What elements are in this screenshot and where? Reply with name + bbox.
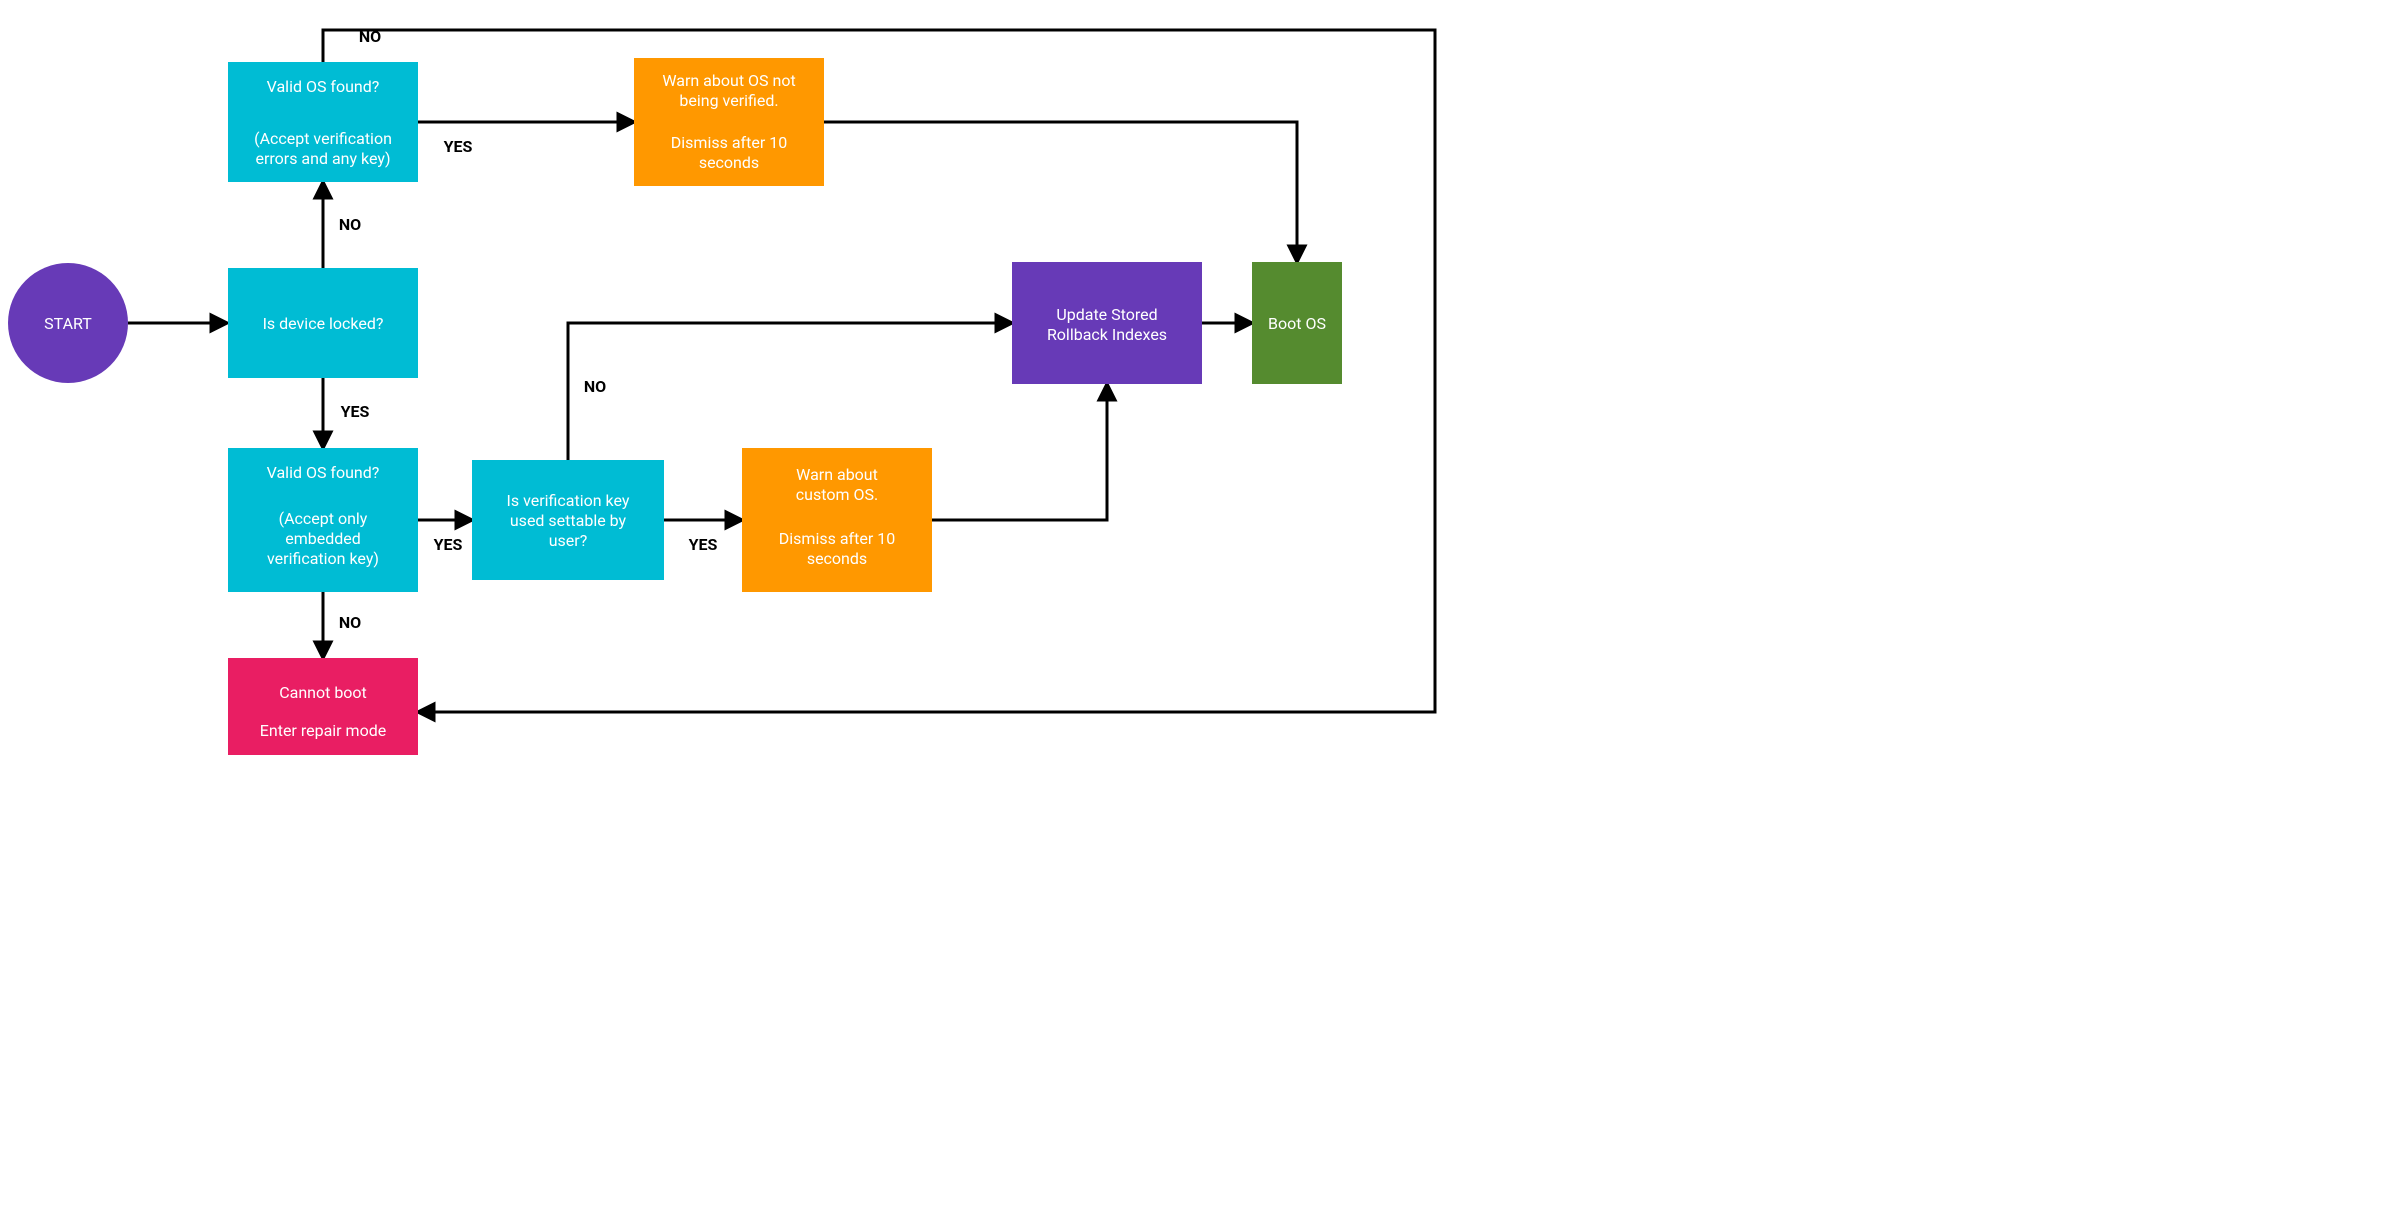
svg-text:Valid OS found?: Valid OS found? (267, 77, 380, 96)
svg-text:Rollback Indexes: Rollback Indexes (1047, 325, 1167, 344)
node-warn-unverified: Warn about OS not being verified. Dismis… (634, 58, 824, 186)
svg-text:Is device locked?: Is device locked? (263, 314, 384, 333)
edge-label-key-no: NO (584, 377, 606, 396)
edge-key-no (568, 323, 1012, 460)
svg-text:(Accept verification: (Accept verification (254, 129, 392, 148)
edge-warn-custom-to-rollback (932, 384, 1107, 520)
node-valid-os-unlocked: Valid OS found? (Accept verification err… (228, 62, 418, 182)
node-valid-os-locked: Valid OS found? (Accept only embedded ve… (228, 448, 418, 592)
edge-warn-unverified-to-boot (824, 122, 1297, 262)
svg-text:Warn about: Warn about (796, 465, 878, 484)
edge-label-locked-no: NO (339, 215, 361, 234)
svg-text:seconds: seconds (807, 549, 867, 568)
svg-text:Dismiss after 10: Dismiss after 10 (779, 529, 895, 548)
svg-text:Update Stored: Update Stored (1056, 305, 1157, 324)
svg-text:verification key): verification key) (267, 549, 379, 568)
svg-text:Is verification key: Is verification key (507, 491, 630, 510)
edge-label-locked-yes: YES (341, 402, 370, 421)
svg-text:used settable by: used settable by (510, 511, 627, 530)
svg-text:user?: user? (549, 531, 588, 550)
svg-text:Boot OS: Boot OS (1268, 314, 1326, 333)
edge-label-unlocked-no: NO (359, 27, 381, 46)
edge-label-locked-os-no: NO (339, 613, 361, 632)
svg-text:being verified.: being verified. (679, 91, 778, 110)
svg-text:(Accept only: (Accept only (279, 509, 368, 528)
svg-text:START: START (44, 314, 92, 333)
flowchart: NO YES NO YES YES NO NO YES START Valid … (0, 0, 1476, 755)
node-start: START (8, 263, 128, 383)
svg-text:custom OS.: custom OS. (796, 485, 878, 504)
edge-label-unlocked-yes: YES (444, 137, 473, 156)
svg-text:Cannot boot: Cannot boot (279, 683, 367, 702)
node-boot-os: Boot OS (1252, 262, 1342, 384)
node-cannot-boot: Cannot boot Enter repair mode (228, 658, 418, 755)
svg-text:Valid OS found?: Valid OS found? (267, 463, 380, 482)
node-key-settable: Is verification key used settable by use… (472, 460, 664, 580)
svg-text:Enter repair mode: Enter repair mode (260, 721, 386, 740)
svg-text:embedded: embedded (285, 529, 361, 548)
svg-text:Dismiss after 10: Dismiss after 10 (671, 133, 787, 152)
node-warn-custom: Warn about custom OS. Dismiss after 10 s… (742, 448, 932, 592)
edge-label-locked-os-yes: YES (434, 535, 463, 554)
svg-text:errors and any key): errors and any key) (255, 149, 390, 168)
edge-label-key-yes: YES (689, 535, 718, 554)
svg-text:Warn about OS not: Warn about OS not (662, 71, 795, 90)
node-update-rollback: Update Stored Rollback Indexes (1012, 262, 1202, 384)
svg-text:seconds: seconds (699, 153, 759, 172)
node-device-locked: Is device locked? (228, 268, 418, 378)
